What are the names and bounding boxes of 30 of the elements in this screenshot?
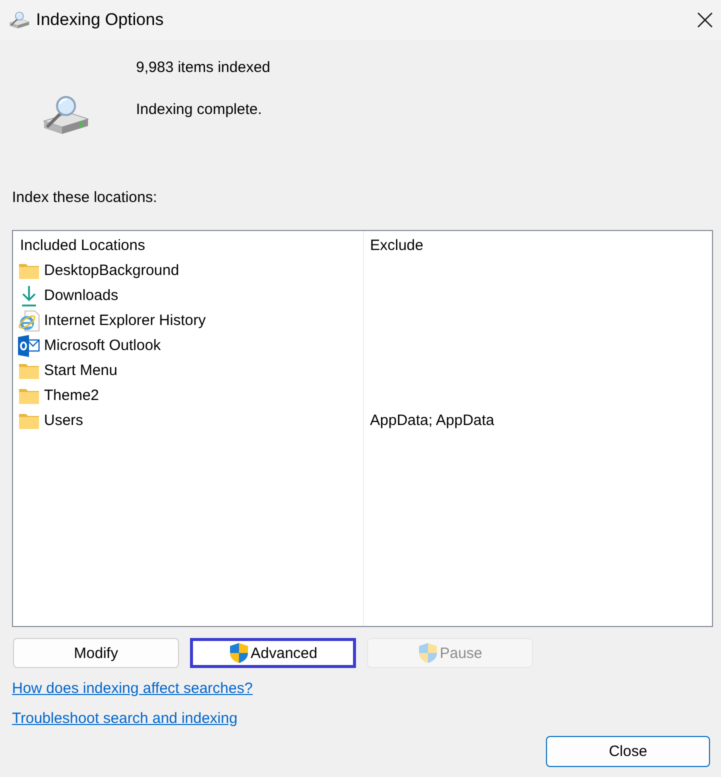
location-item[interactable]: Start Menu (44, 362, 118, 380)
browser-e-icon (18, 310, 40, 332)
help-link[interactable]: Troubleshoot search and indexing (12, 710, 238, 728)
help-link[interactable]: How does indexing affect searches? (12, 680, 253, 698)
folder-icon (18, 386, 40, 404)
close-button[interactable]: Close (546, 736, 710, 767)
status-message: Indexing complete. (136, 101, 262, 119)
drive-search-icon (8, 10, 30, 30)
column-header: Exclude (369, 236, 424, 256)
shield-icon (228, 642, 249, 664)
items-count: 9,983 items indexed (136, 59, 270, 77)
location-item[interactable]: Theme2 (44, 386, 100, 404)
exclude-entry: AppData; AppData (370, 412, 494, 430)
location-item[interactable]: Microsoft Outlook (44, 336, 161, 354)
mail-app-icon (18, 334, 40, 356)
locations-list[interactable]: Included Locations DesktopBackground Downloads Internet Explorer History Microsoft Outlook Start Menu Theme2 Users Exclude AppData; AppData (12, 230, 713, 627)
location-item[interactable]: Downloads (44, 286, 118, 304)
window-title: Indexing Options (36, 10, 165, 30)
location-item[interactable]: DesktopBackground (44, 262, 180, 280)
folder-icon (18, 412, 40, 430)
folder-icon (18, 362, 40, 380)
location-item[interactable]: Users (44, 412, 84, 430)
folder-icon (18, 262, 40, 280)
close-icon[interactable] (697, 12, 713, 28)
action-button[interactable]: Modify (13, 638, 179, 668)
section-label: Index these locations: (12, 189, 158, 207)
location-item[interactable]: Internet Explorer History (44, 312, 206, 330)
action-button[interactable]: Advanced (190, 638, 356, 668)
column-header: Included Locations (19, 236, 146, 256)
shield-icon (418, 642, 438, 664)
